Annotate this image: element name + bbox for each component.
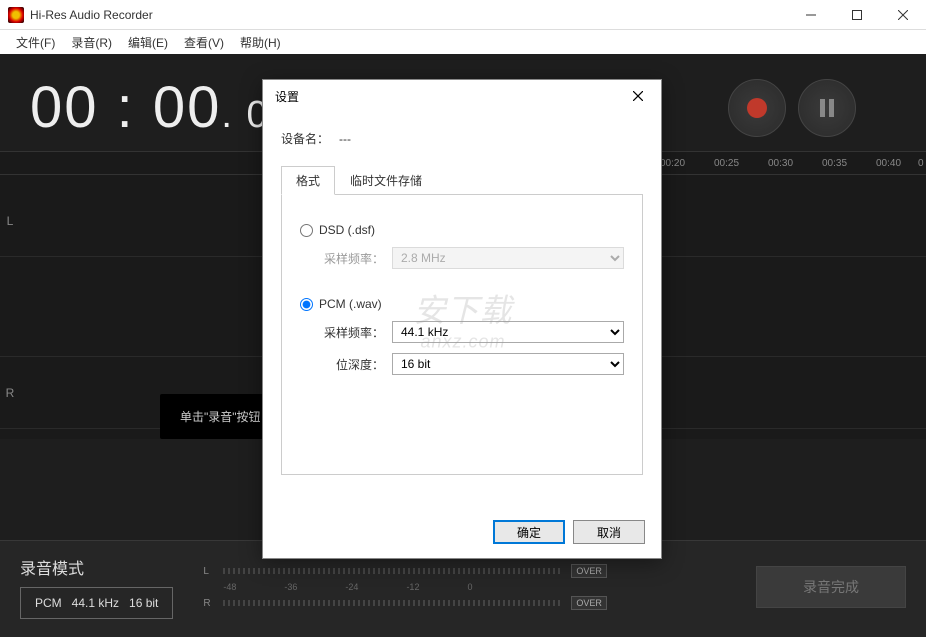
settings-dialog: 设置 设备名： --- 格式 临时文件存储 DSD (.dsf) 采样频率： 2…	[262, 79, 662, 559]
record-icon	[747, 98, 767, 118]
dialog-titlebar: 设置	[263, 80, 661, 112]
device-name-row: 设备名： ---	[281, 124, 643, 165]
meter-left-track	[223, 568, 563, 574]
dsd-sample-rate-row: 采样频率： 2.8 MHz	[324, 247, 624, 269]
window-controls	[788, 0, 926, 30]
level-meter: L OVER -48 -36 -24 -12 0 R OVER	[203, 562, 756, 612]
tab-format[interactable]: 格式	[281, 166, 335, 195]
pause-button[interactable]	[798, 79, 856, 137]
pcm-sample-rate-label: 采样频率：	[324, 324, 384, 341]
dsd-sample-rate-label: 采样频率：	[324, 250, 384, 267]
maximize-button[interactable]	[834, 0, 880, 30]
recording-done-button[interactable]: 录音完成	[756, 566, 906, 608]
ruler-tick: 00:20	[660, 158, 685, 169]
ruler-tick: 00:25	[714, 158, 739, 169]
timer-main: 00 : 00	[30, 75, 221, 140]
timer-display: 00 : 00. 0	[30, 74, 270, 141]
radio-pcm-row: PCM (.wav)	[300, 297, 624, 311]
window-title: Hi-Res Audio Recorder	[30, 8, 788, 22]
radio-dsd-label[interactable]: DSD (.dsf)	[319, 223, 375, 237]
dialog-tabs: 格式 临时文件存储	[281, 165, 643, 195]
ok-button[interactable]: 确定	[493, 520, 565, 544]
tab-temp-storage[interactable]: 临时文件存储	[335, 166, 437, 195]
minimize-button[interactable]	[788, 0, 834, 30]
meter-right-label: R	[203, 598, 215, 609]
menu-view[interactable]: 查看(V)	[176, 32, 232, 53]
ruler-tick: 00:40	[876, 158, 901, 169]
menu-record[interactable]: 录音(R)	[63, 32, 120, 53]
mode-format: PCM	[35, 596, 62, 610]
channel-left-label: L	[0, 214, 20, 228]
recording-mode-box[interactable]: PCM 44.1 kHz 16 bit	[20, 587, 173, 619]
radio-dsd[interactable]	[300, 224, 313, 237]
radio-dsd-row: DSD (.dsf)	[300, 223, 624, 237]
meter-right-track	[223, 600, 563, 606]
dialog-title-text: 设置	[275, 88, 623, 105]
pause-icon	[820, 99, 834, 117]
over-badge-right: OVER	[571, 596, 607, 610]
pcm-bit-depth-label: 位深度：	[324, 356, 384, 373]
pcm-bit-depth-row: 位深度： 16 bit	[324, 353, 624, 375]
menu-file[interactable]: 文件(F)	[8, 32, 63, 53]
meter-row-left: L OVER	[203, 564, 756, 578]
meter-row-right: R OVER	[203, 596, 756, 610]
radio-pcm[interactable]	[300, 298, 313, 311]
ruler-tick: 0	[918, 158, 924, 169]
ruler-tick: 00:35	[822, 158, 847, 169]
dialog-body: 设备名： --- 格式 临时文件存储 DSD (.dsf) 采样频率： 2.8 …	[263, 112, 661, 510]
menubar: 文件(F) 录音(R) 编辑(E) 查看(V) 帮助(H)	[0, 30, 926, 54]
recording-controls	[728, 79, 856, 137]
ruler-tick: 00:30	[768, 158, 793, 169]
menu-help[interactable]: 帮助(H)	[232, 32, 289, 53]
channel-right-label: R	[0, 386, 20, 400]
dsd-sample-rate-select: 2.8 MHz	[392, 247, 624, 269]
mode-rate: 44.1 kHz	[72, 596, 119, 610]
recording-mode-label: 录音模式	[20, 555, 173, 579]
meter-scale: -48 -36 -24 -12 0	[223, 580, 756, 594]
record-button[interactable]	[728, 79, 786, 137]
close-button[interactable]	[880, 0, 926, 30]
cancel-button[interactable]: 取消	[573, 520, 645, 544]
pcm-bit-depth-select[interactable]: 16 bit	[392, 353, 624, 375]
dialog-close-button[interactable]	[623, 84, 653, 108]
mode-depth: 16 bit	[129, 596, 158, 610]
tab-content-format: DSD (.dsf) 采样频率： 2.8 MHz PCM (.wav) 采样频率…	[281, 195, 643, 475]
pcm-sample-rate-row: 采样频率： 44.1 kHz	[324, 321, 624, 343]
radio-pcm-label[interactable]: PCM (.wav)	[319, 297, 382, 311]
app-icon	[8, 7, 24, 23]
over-badge-left: OVER	[571, 564, 607, 578]
menu-edit[interactable]: 编辑(E)	[120, 32, 176, 53]
pcm-sample-rate-select[interactable]: 44.1 kHz	[392, 321, 624, 343]
dialog-button-row: 确定 取消	[263, 510, 661, 558]
device-name-label: 设备名：	[281, 132, 329, 146]
device-name-value: ---	[339, 132, 351, 146]
meter-left-label: L	[203, 566, 215, 577]
recording-mode-section: 录音模式 PCM 44.1 kHz 16 bit	[20, 555, 173, 619]
window-titlebar: Hi-Res Audio Recorder	[0, 0, 926, 30]
